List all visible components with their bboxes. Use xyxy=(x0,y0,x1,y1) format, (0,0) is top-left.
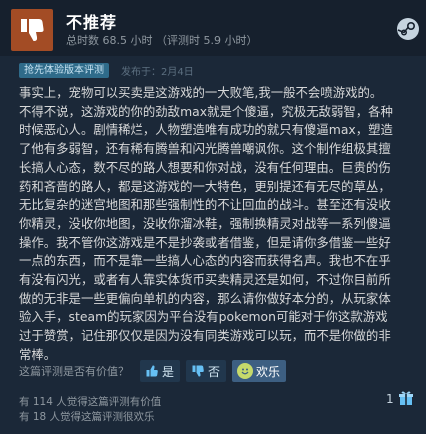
review-header: 不推荐 总时数 68.5 小时 （评测时 5.9 小时） xyxy=(0,0,426,56)
steam-icon xyxy=(397,18,419,40)
funny-count: 有 18 人觉得这篇评测很欢乐 xyxy=(19,411,155,423)
vote-yes-button[interactable]: 是 xyxy=(140,360,181,382)
thumbs-down-icon xyxy=(11,9,53,51)
award-count: 1 xyxy=(386,392,394,406)
helpful-question: 这篇评测是否有价值？ xyxy=(19,365,129,378)
review-body: 事实上，宠物可以买卖是这游戏的一大败笔,我一般不会喷游戏的。 不得不说，这游戏的… xyxy=(19,85,393,362)
review-verdict: 不推荐 xyxy=(66,13,118,32)
vote-no-label: 否 xyxy=(208,364,221,379)
review-meta: 抢先体验版本评测 发布于：2月4日 xyxy=(19,62,194,78)
helpful-count: 有 114 人觉得这篇评测有价值 xyxy=(19,396,162,408)
award-button[interactable]: 1 xyxy=(386,390,415,408)
vote-funny-button[interactable]: 欢乐 xyxy=(232,360,287,382)
helpful-controls: 这篇评测是否有价值？ 是 否 欢乐 xyxy=(19,360,292,382)
early-access-badge: 抢先体验版本评测 xyxy=(19,62,109,78)
vote-funny-label: 欢乐 xyxy=(256,364,281,379)
smiley-icon xyxy=(237,363,254,379)
review-stats: 有 114 人觉得这篇评测有价值 有 18 人觉得这篇评测很欢乐 xyxy=(19,395,161,425)
vote-no-button[interactable]: 否 xyxy=(186,360,227,382)
posted-date: 发布于：2月4日 xyxy=(121,66,194,78)
review-hours: 总时数 68.5 小时 （评测时 5.9 小时） xyxy=(66,34,258,47)
vote-yes-label: 是 xyxy=(162,364,175,379)
award-icon xyxy=(398,391,413,405)
thumbs-down-icon xyxy=(192,365,204,377)
thumbs-up-icon xyxy=(146,365,158,377)
